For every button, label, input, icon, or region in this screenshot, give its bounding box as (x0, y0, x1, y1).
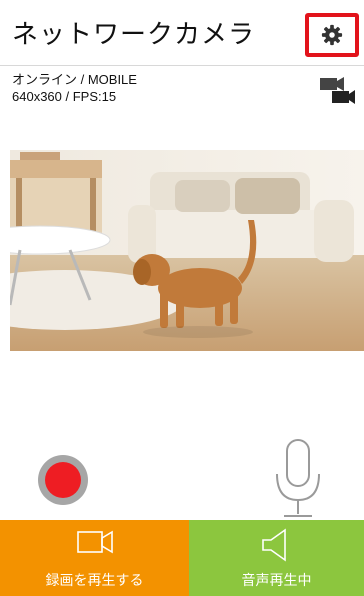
settings-button[interactable] (305, 13, 359, 57)
speaker-icon (261, 528, 286, 562)
camera-switch-icon (320, 77, 355, 104)
audio-label: 音声再生中 (241, 573, 312, 589)
stream-resolution: 640x360 / FPS:15 (12, 89, 117, 104)
video-camera-icon (76, 530, 113, 554)
gear-icon (321, 24, 343, 46)
playback-recording-button[interactable]: 録画を再生する (0, 520, 189, 596)
camera-video-feed[interactable] (10, 150, 364, 351)
record-icon (45, 462, 81, 498)
connection-status: オンライン / MOBILE (12, 72, 137, 87)
microphone-icon (276, 439, 320, 517)
record-button[interactable] (38, 455, 88, 505)
camera-switch-button[interactable] (318, 76, 356, 106)
app-header: ネットワークカメラ (0, 0, 364, 66)
microphone-button[interactable] (272, 438, 324, 520)
live-camera-image (10, 150, 364, 351)
playback-label: 録画を再生する (45, 573, 144, 589)
bottom-action-bar: 録画を再生する 音声再生中 (0, 520, 364, 596)
audio-playing-button[interactable]: 音声再生中 (189, 520, 364, 596)
page-title: ネットワークカメラ (12, 20, 256, 50)
camera-status: オンライン / MOBILE 640x360 / FPS:15 (12, 71, 137, 105)
